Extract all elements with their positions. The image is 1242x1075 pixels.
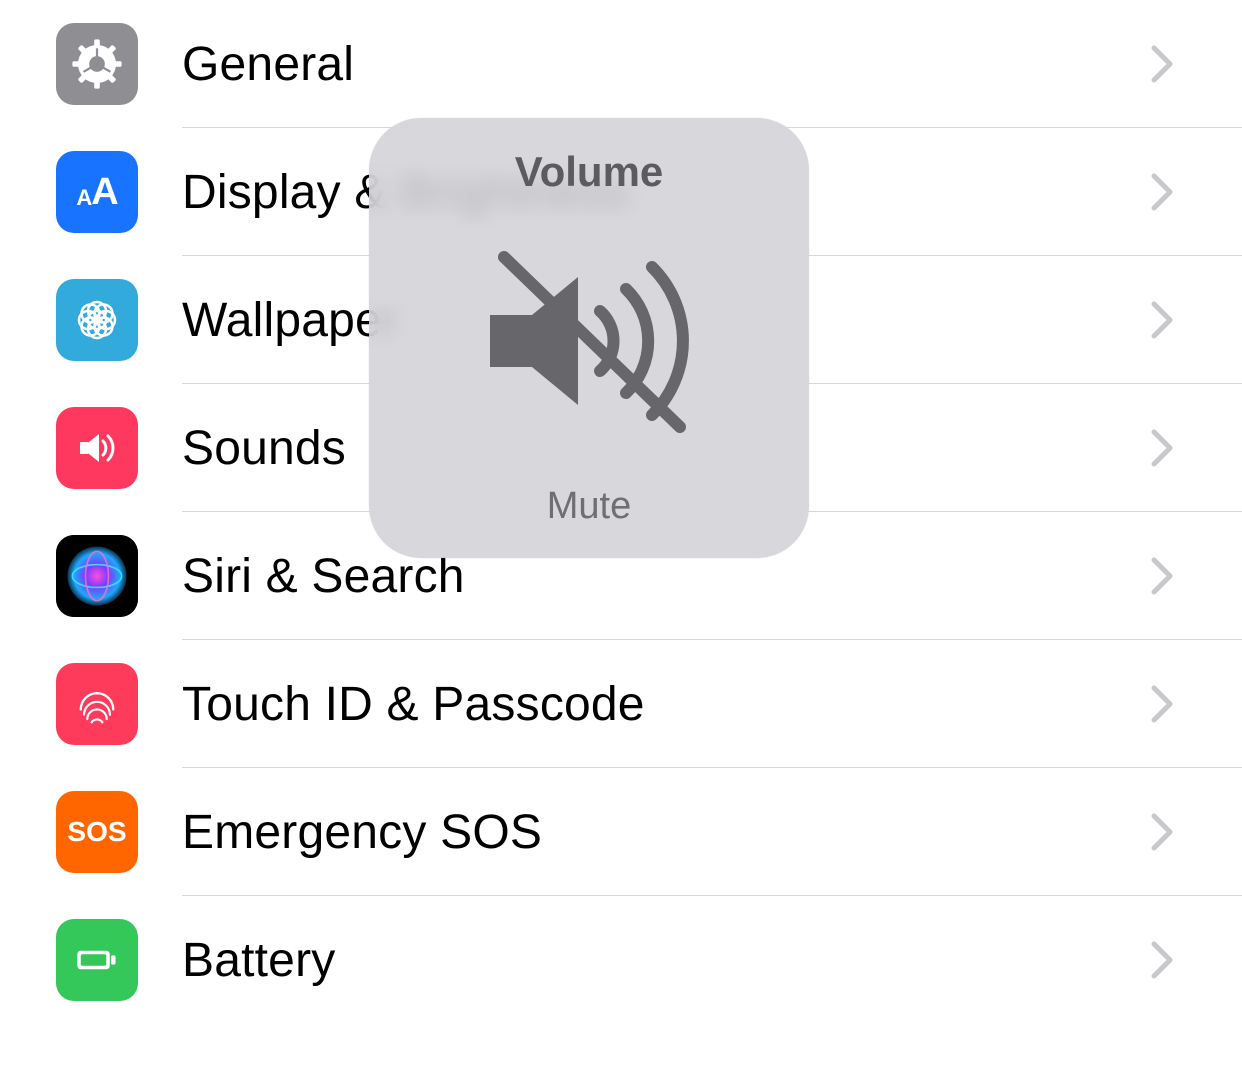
speaker-icon	[56, 407, 138, 489]
row-sos[interactable]: SOS Emergency SOS	[0, 768, 1242, 896]
row-battery[interactable]: Battery	[0, 896, 1242, 1024]
chevron-right-icon	[1122, 301, 1202, 339]
sos-text: SOS	[67, 816, 126, 848]
chevron-right-icon	[1122, 941, 1202, 979]
chevron-right-icon	[1122, 813, 1202, 851]
sos-icon: SOS	[56, 791, 138, 873]
chevron-right-icon	[1122, 429, 1202, 467]
row-label: Battery	[182, 933, 1122, 988]
row-touchid[interactable]: Touch ID & Passcode	[0, 640, 1242, 768]
wallpaper-icon	[56, 279, 138, 361]
battery-icon	[56, 919, 138, 1001]
text-size-icon: AA	[56, 151, 138, 233]
chevron-right-icon	[1122, 557, 1202, 595]
siri-icon	[56, 535, 138, 617]
fingerprint-icon	[56, 663, 138, 745]
chevron-right-icon	[1122, 685, 1202, 723]
row-label: Emergency SOS	[182, 805, 1122, 860]
speaker-muted-icon	[369, 196, 809, 485]
chevron-right-icon	[1122, 173, 1202, 211]
volume-hud-title: Volume	[515, 148, 664, 196]
gear-icon	[56, 23, 138, 105]
row-general[interactable]: General	[0, 0, 1242, 128]
volume-hud-subtitle: Mute	[547, 485, 631, 528]
row-label: General	[182, 37, 1122, 92]
volume-hud: Volume Mute	[369, 118, 809, 558]
row-label: Touch ID & Passcode	[182, 677, 1122, 732]
chevron-right-icon	[1122, 45, 1202, 83]
